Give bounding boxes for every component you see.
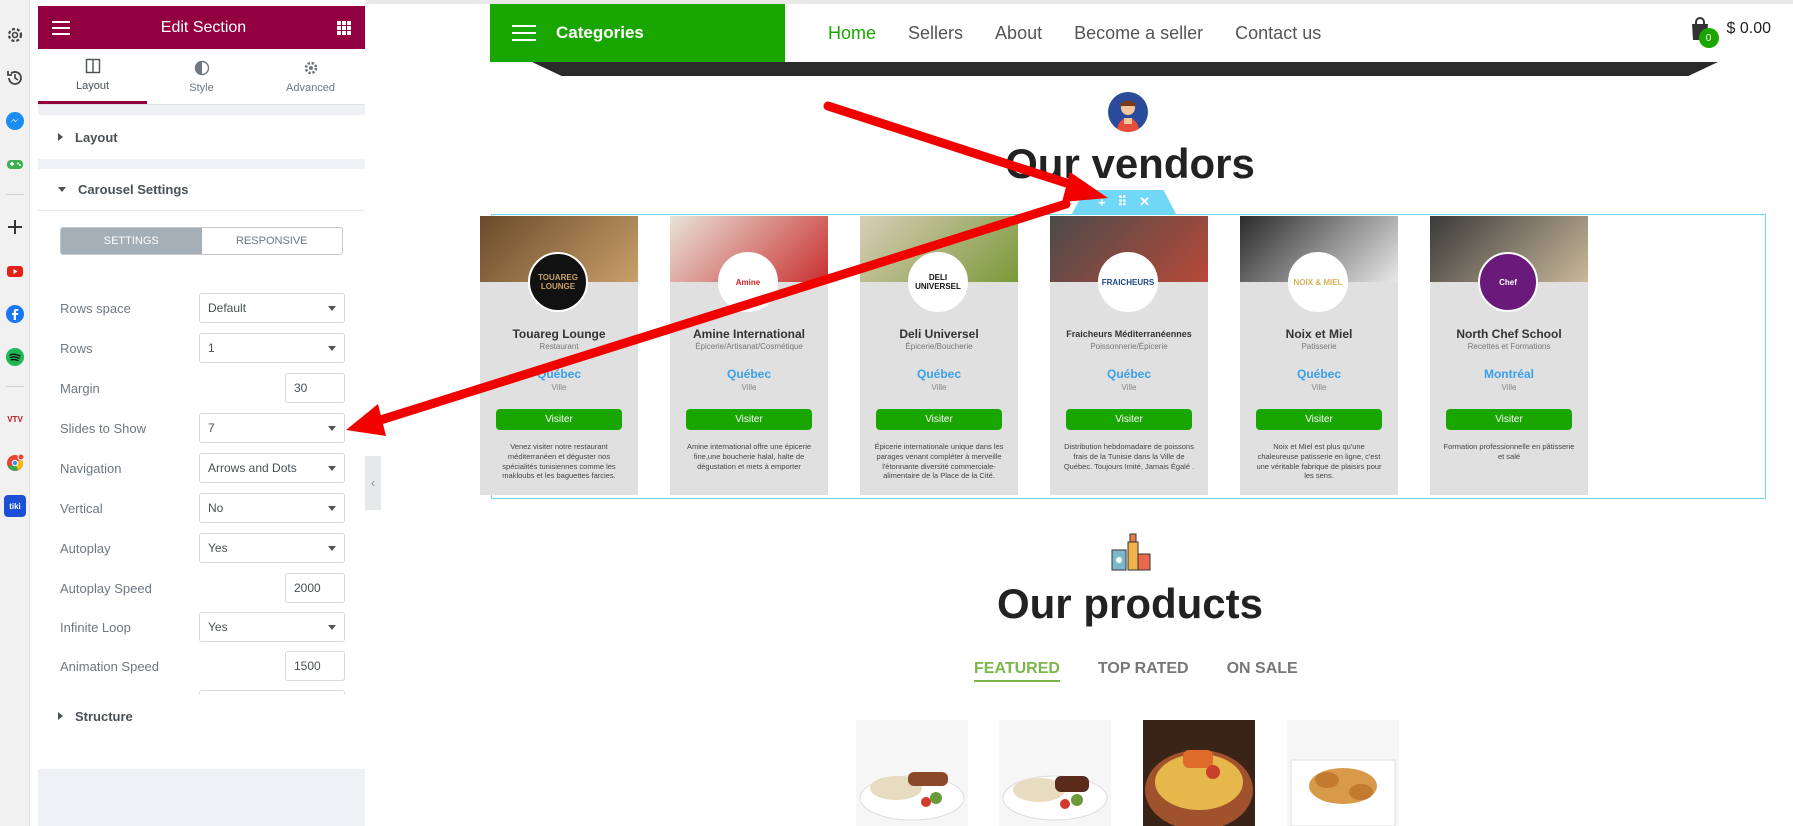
annotation-arrows xyxy=(346,101,1108,436)
grocery-icon xyxy=(1108,528,1152,574)
product-image[interactable] xyxy=(1143,720,1255,826)
tab-featured[interactable]: FEATURED xyxy=(974,660,1060,682)
products-heading: Our products xyxy=(996,580,1263,627)
arrow-head-slides-setting xyxy=(346,404,386,436)
product-tabs: FEATURED TOP RATED ON SALE xyxy=(974,660,1298,682)
tab-on-sale[interactable]: ON SALE xyxy=(1227,660,1298,682)
page-root: { "editor": { "title": "Edit Section", "… xyxy=(0,0,1793,826)
arrow-to-carousel xyxy=(823,101,1093,195)
product-image[interactable] xyxy=(1287,720,1399,826)
arrow-head-carousel xyxy=(1062,172,1108,202)
product-image[interactable] xyxy=(999,720,1111,826)
tab-top-rated[interactable]: TOP RATED xyxy=(1098,660,1189,682)
product-image[interactable] xyxy=(856,720,968,826)
arrow-to-slides-setting xyxy=(363,199,1071,429)
